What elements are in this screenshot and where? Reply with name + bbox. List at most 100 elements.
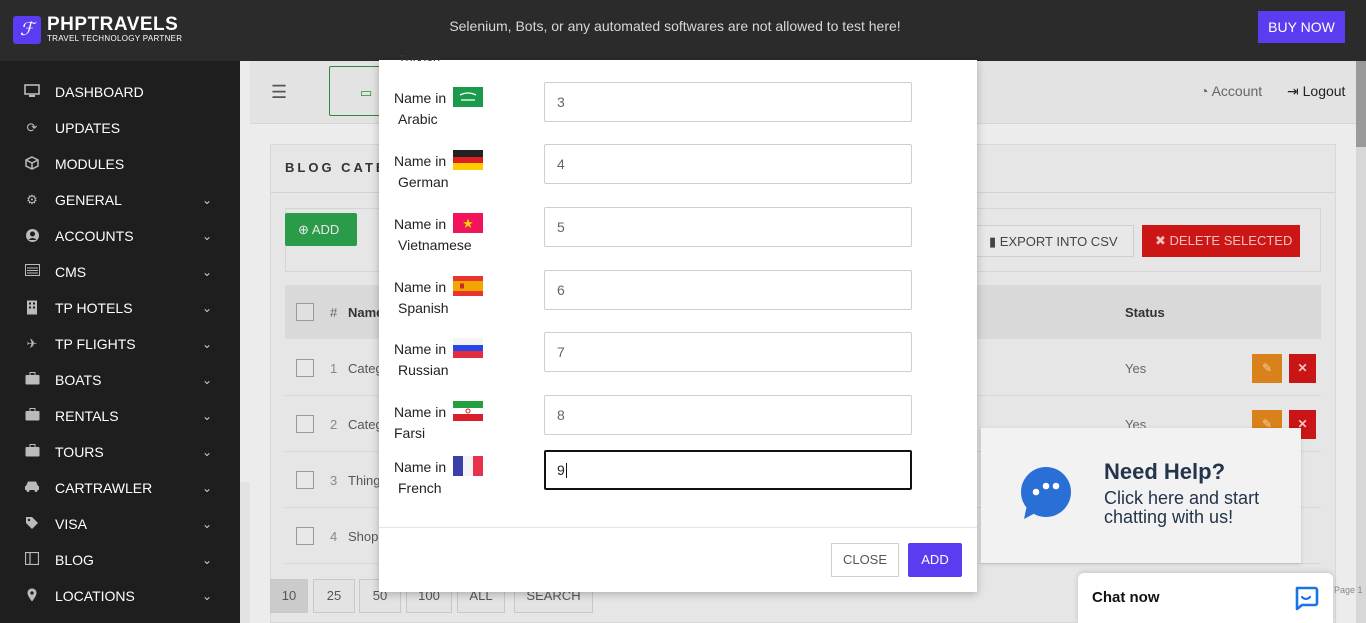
sidebar-item-tp-flights[interactable]: ✈ TP FLIGHTS ⌄ <box>0 326 240 362</box>
flag-sa-icon <box>453 87 484 108</box>
label-russian: Name in Russian <box>394 338 516 380</box>
sidebar-item-general[interactable]: ⚙ GENERAL ⌄ <box>0 182 240 218</box>
sidebar-item-cartrawler[interactable]: CARTRAWLER ⌄ <box>0 470 240 506</box>
flag-ir-icon <box>453 401 484 422</box>
close-icon: ✕ <box>1297 361 1308 375</box>
name-vietnamese-input[interactable]: 5 <box>544 207 912 247</box>
name-in-prefix: Name in <box>394 279 447 295</box>
car-icon <box>24 480 40 496</box>
menu-toggle-icon[interactable]: ☰ <box>271 82 287 103</box>
sidebar-item-label: RENTALS <box>55 408 119 424</box>
gear-icon: ⚙ <box>26 192 38 207</box>
sidebar-item-visa[interactable]: VISA ⌄ <box>0 506 240 542</box>
label-vietnamese: Name in Vietnamese <box>394 213 516 255</box>
row-status: Yes <box>1125 361 1147 376</box>
sidebar-item-cms[interactable]: CMS ⌄ <box>0 254 240 290</box>
logout-label: Logout <box>1302 83 1346 99</box>
page-indicator: Page 1 <box>1334 585 1363 595</box>
plane-icon: ✈ <box>26 336 38 351</box>
chevron-down-icon: ⌄ <box>202 229 213 243</box>
sidebar-item-label: LOCATIONS <box>55 588 135 604</box>
sidebar-item-updates[interactable]: ⟳ UPDATES <box>0 110 240 146</box>
sidebar-item-label: TP FLIGHTS <box>55 336 136 352</box>
cube-icon <box>24 156 40 172</box>
sidebar-item-locations[interactable]: LOCATIONS ⌄ <box>0 578 240 614</box>
name-farsi-input[interactable]: 8 <box>544 395 912 435</box>
edit-button[interactable]: ✎ <box>1252 354 1282 383</box>
flag-ru-icon <box>453 338 484 359</box>
sidebar-item-label: UPDATES <box>55 120 121 136</box>
flag-vn-icon <box>453 213 484 234</box>
name-spanish-input[interactable]: 6 <box>544 270 912 310</box>
sidebar-item-tp-hotels[interactable]: TP HOTELS ⌄ <box>0 290 240 326</box>
chevron-down-icon: ⌄ <box>202 589 213 603</box>
close-icon: ✖ <box>1155 233 1166 248</box>
row-checkbox[interactable] <box>296 527 314 545</box>
chat-icon[interactable] <box>1293 585 1319 611</box>
sidebar-item-boats[interactable]: BOATS ⌄ <box>0 362 240 398</box>
monitor-icon <box>24 84 40 100</box>
sidebar-item-label: CARTRAWLER <box>55 480 153 496</box>
buy-now-button[interactable]: BUY NOW <box>1258 11 1345 43</box>
label-german: Name in German <box>394 150 516 192</box>
sidebar-item-label: BOATS <box>55 372 102 388</box>
name-german-input[interactable]: 4 <box>544 144 912 184</box>
lang-name: Vietnamese <box>398 237 472 254</box>
page-size-25[interactable]: 25 <box>313 579 355 613</box>
sidebar-item-label: DASHBOARD <box>55 84 144 100</box>
lang-name: French <box>398 480 442 497</box>
briefcase-icon <box>24 444 40 460</box>
add-category-button[interactable]: ⊕ ADD <box>285 213 357 246</box>
delete-selected-button[interactable]: ✖ DELETE SELECTED <box>1142 225 1300 257</box>
sidebar-item-blog[interactable]: BLOG ⌄ <box>0 542 240 578</box>
add-button[interactable]: ADD <box>908 543 962 577</box>
map-pin-icon <box>24 588 40 604</box>
logout-link[interactable]: ⇥ Logout <box>1287 83 1345 100</box>
sidebar-scrollbar[interactable] <box>240 482 250 623</box>
sidebar-item-accounts[interactable]: ACCOUNTS ⌄ <box>0 218 240 254</box>
tag-icon <box>24 516 40 532</box>
row-checkbox[interactable] <box>296 359 314 377</box>
label-arabic: Name in Arabic <box>394 87 516 129</box>
page-size-10[interactable]: 10 <box>270 579 308 613</box>
page-scrollbar-thumb[interactable] <box>1356 61 1366 147</box>
sidebar-item-label: BLOG <box>55 552 94 568</box>
sidebar-item-rentals[interactable]: RENTALS ⌄ <box>0 398 240 434</box>
row-checkbox[interactable] <box>296 471 314 489</box>
user-circle-icon: ◔ <box>1200 83 1209 99</box>
name-russian-input[interactable]: 7 <box>544 332 912 372</box>
name-french-input[interactable]: 9 <box>544 450 912 490</box>
name-in-prefix: Name in <box>394 216 447 232</box>
row-checkbox[interactable] <box>296 415 314 433</box>
chevron-down-icon: ⌄ <box>202 373 213 387</box>
brand-tagline: TRAVEL TECHNOLOGY PARTNER <box>47 34 183 43</box>
sidebar-item-modules[interactable]: MODULES <box>0 146 240 182</box>
lang-name: Russian <box>398 362 449 379</box>
panel-title: BLOG CATE <box>285 160 388 175</box>
flag-fr-icon <box>453 456 484 477</box>
flag-es-icon <box>453 276 484 297</box>
row-name: Categ <box>348 361 383 376</box>
plus-circle-icon: ⊕ <box>298 222 309 237</box>
close-button[interactable]: CLOSE <box>831 543 899 577</box>
account-link[interactable]: ◔ Account <box>1200 83 1262 99</box>
edit-icon: ✎ <box>1261 361 1273 375</box>
chevron-down-icon: ⌄ <box>202 445 213 459</box>
sidebar-item-dashboard[interactable]: DASHBOARD <box>0 74 240 110</box>
add-label: ADD <box>311 222 340 237</box>
select-all-checkbox[interactable] <box>296 303 314 321</box>
file-icon: ▮ <box>989 234 997 249</box>
label-french: Name in French <box>394 456 516 498</box>
column-header-status[interactable]: Status <box>1125 305 1165 320</box>
name-arabic-input[interactable]: 3 <box>544 82 912 122</box>
lang-name: Arabic <box>398 111 438 128</box>
delete-button[interactable]: ✕ <box>1289 354 1316 383</box>
name-in-prefix: Name in <box>394 459 447 475</box>
chevron-down-icon: ⌄ <box>202 409 213 423</box>
name-in-prefix: Name in <box>394 341 447 357</box>
export-csv-button[interactable]: ▮ EXPORT INTO CSV <box>976 225 1134 257</box>
row-number: 4 <box>330 529 338 544</box>
sidebar-item-tours[interactable]: TOURS ⌄ <box>0 434 240 470</box>
row-number: 2 <box>330 417 338 432</box>
name-in-prefix: Name in <box>394 153 447 169</box>
